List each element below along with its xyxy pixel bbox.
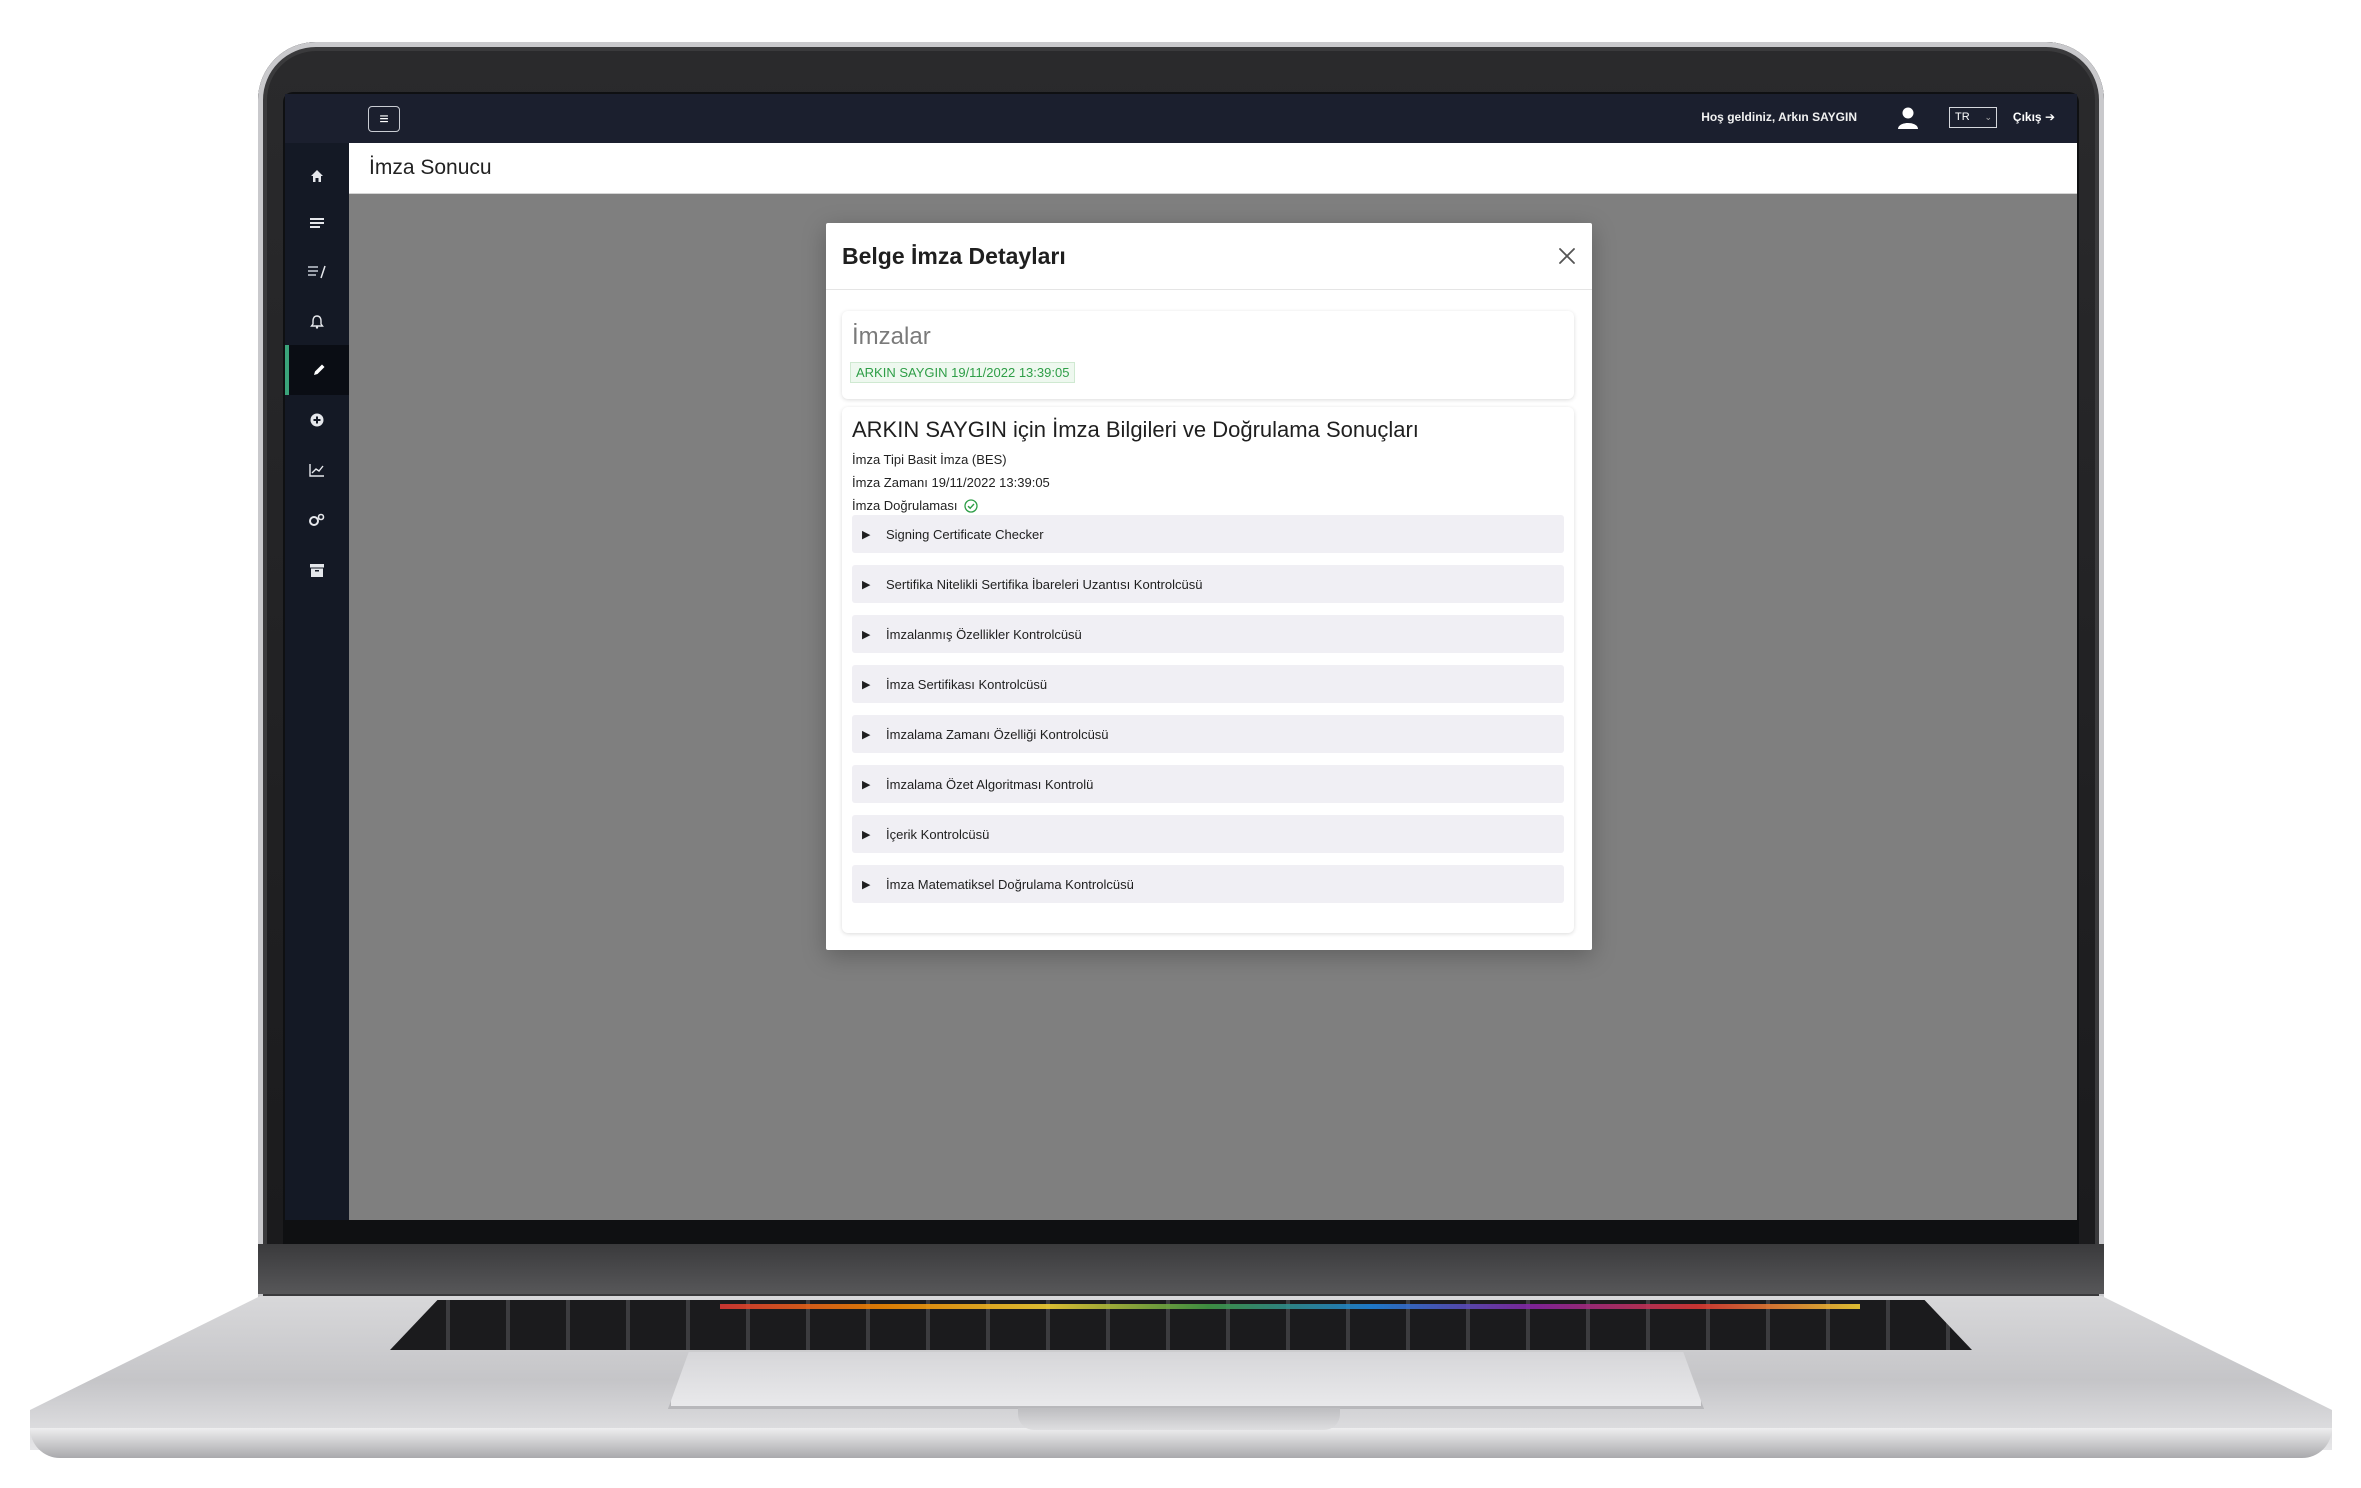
- checker-label: İmzalanmış Özellikler Kontrolcüsü: [886, 626, 1082, 642]
- top-navbar: ≡ Hoş geldiniz, Arkın SAYGIN TR ⌄ Çıkış …: [285, 94, 2077, 143]
- checker-label: Sertifika Nitelikli Sertifika İbareleri …: [886, 576, 1203, 592]
- caret-right-icon: ▶: [862, 778, 871, 791]
- screen: ≡ Hoş geldiniz, Arkın SAYGIN TR ⌄ Çıkış …: [285, 94, 2077, 1220]
- checker-qualified-certificate[interactable]: ▶ Sertifika Nitelikli Sertifika İbareler…: [852, 565, 1564, 603]
- checker-signed-attributes[interactable]: ▶ İmzalanmış Özellikler Kontrolcüsü: [852, 615, 1564, 653]
- caret-right-icon: ▶: [862, 528, 871, 541]
- cogs-icon: [309, 513, 325, 526]
- archive-icon: [310, 563, 324, 577]
- checker-label: İmza Matematiksel Doğrulama Kontrolcüsü: [886, 876, 1134, 892]
- caret-right-icon: ▶: [862, 628, 871, 641]
- close-icon[interactable]: [1552, 241, 1582, 271]
- caret-right-icon: ▶: [862, 578, 871, 591]
- checker-list: ▶ Signing Certificate Checker ▶ Sertifik…: [852, 515, 1564, 915]
- chart-line-icon: [309, 464, 324, 477]
- detail-heading: ARKIN SAYGIN için İmza Bilgileri ve Doğr…: [852, 417, 1419, 442]
- signature-details-modal: Belge İmza Detayları İmzalar ARKIN SAYGI…: [826, 223, 1592, 950]
- caret-right-icon: ▶: [862, 678, 871, 691]
- signature-time: İmza Zamanı 19/11/2022 13:39:05: [852, 475, 1050, 490]
- checker-signing-time[interactable]: ▶ İmzalama Zamanı Özelliği Kontrolcüsü: [852, 715, 1564, 753]
- sidebar-item-settings[interactable]: [285, 495, 349, 545]
- verification-label: İmza Doğrulaması: [852, 498, 958, 513]
- modal-header: Belge İmza Detayları: [826, 223, 1592, 290]
- sidebar-item-archive[interactable]: [285, 545, 349, 595]
- logout-link[interactable]: Çıkış ➔: [2013, 110, 2055, 124]
- laptop-hinge: [258, 1244, 2104, 1294]
- checker-digest-algorithm[interactable]: ▶ İmzalama Özet Algoritması Kontrolü: [852, 765, 1564, 803]
- language-value: TR: [1955, 111, 1970, 123]
- checker-label: İmzalama Özet Algoritması Kontrolü: [886, 776, 1094, 792]
- checker-label: İçerik Kontrolcüsü: [886, 826, 990, 842]
- hamburger-icon: ≡: [379, 111, 389, 128]
- plus-circle-icon: [310, 413, 324, 427]
- signatures-heading: İmzalar: [852, 323, 931, 350]
- menu-toggle-button[interactable]: ≡: [368, 106, 400, 132]
- checker-label: Signing Certificate Checker: [886, 526, 1044, 542]
- laptop-lid-notch: [1018, 1408, 1340, 1430]
- sidebar-item-add[interactable]: [285, 395, 349, 445]
- caret-right-icon: ▶: [862, 878, 871, 891]
- page-title: İmza Sonucu: [369, 156, 492, 179]
- caret-right-icon: ▶: [862, 828, 871, 841]
- sidebar-item-reports[interactable]: [285, 445, 349, 495]
- sidebar-item-documents[interactable]: [285, 247, 349, 297]
- sidebar-item-notifications[interactable]: [285, 297, 349, 347]
- signatures-card: İmzalar ARKIN SAYGIN 19/11/2022 13:39:05: [842, 311, 1574, 399]
- welcome-text: Hoş geldiniz, Arkın SAYGIN: [1701, 110, 1857, 124]
- chevron-down-icon: ⌄: [1984, 112, 1992, 122]
- checker-signing-certificate[interactable]: ▶ Signing Certificate Checker: [852, 515, 1564, 553]
- user-icon[interactable]: [1897, 106, 1919, 130]
- sidebar-item-home[interactable]: [285, 151, 349, 201]
- checker-content[interactable]: ▶ İçerik Kontrolcüsü: [852, 815, 1564, 853]
- bell-icon: [310, 315, 324, 329]
- sidebar-item-list[interactable]: [285, 199, 349, 249]
- page-header: İmza Sonucu: [349, 143, 2077, 194]
- trackpad: [668, 1352, 1704, 1409]
- home-icon: [311, 170, 323, 182]
- touch-bar: [720, 1304, 1860, 1309]
- checker-label: İmza Sertifikası Kontrolcüsü: [886, 676, 1048, 692]
- caret-right-icon: ▶: [862, 728, 871, 741]
- checker-label: İmzalama Zamanı Özelliği Kontrolcüsü: [886, 726, 1109, 742]
- document-edit-icon: [308, 265, 326, 279]
- pen-icon: [314, 364, 325, 375]
- language-select[interactable]: TR ⌄: [1949, 107, 1997, 128]
- signature-badge[interactable]: ARKIN SAYGIN 19/11/2022 13:39:05: [850, 362, 1076, 383]
- signature-type: İmza Tipi Basit İmza (BES): [852, 452, 1007, 467]
- list-icon: [310, 218, 324, 228]
- checker-mathematical-verification[interactable]: ▶ İmza Matematiksel Doğrulama Kontrolcüs…: [852, 865, 1564, 903]
- sidebar: [285, 143, 349, 1220]
- signature-detail-card: ARKIN SAYGIN için İmza Bilgileri ve Doğr…: [842, 407, 1574, 933]
- checker-signature-certificate[interactable]: ▶ İmza Sertifikası Kontrolcüsü: [852, 665, 1564, 703]
- check-circle-icon: [964, 499, 978, 513]
- modal-title: Belge İmza Detayları: [842, 243, 1066, 269]
- signature-verification: İmza Doğrulaması: [852, 498, 978, 513]
- laptop-front-edge: [30, 1428, 2332, 1458]
- sidebar-item-sign[interactable]: [285, 345, 349, 395]
